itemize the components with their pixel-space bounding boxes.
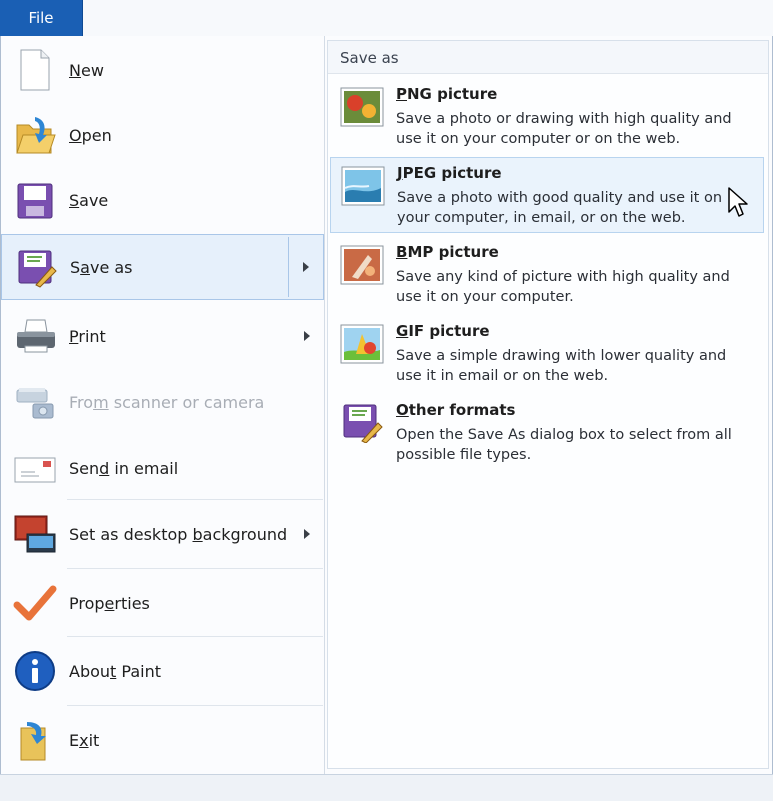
gif-picture-icon [340, 324, 384, 364]
submenu-arrow-icon[interactable] [303, 262, 309, 272]
save-as-option-gif[interactable]: GIF picture Save a simple drawing with l… [330, 316, 764, 392]
menu-separator [67, 636, 323, 637]
option-description: Open the Save As dialog box to select fr… [396, 427, 732, 463]
menu-item-send-in-email[interactable]: Send in email [1, 436, 324, 500]
option-title: BMP picture [396, 243, 499, 261]
submenu-arrow-icon[interactable] [304, 529, 310, 539]
submenu-header: Save as [328, 41, 768, 74]
menu-item-label: About Paint [69, 661, 161, 681]
menu-item-label: Save [69, 190, 109, 210]
menu-item-from-scanner-or-camera: From scanner or camera [1, 370, 324, 434]
menu-item-new[interactable]: New [1, 38, 324, 102]
menu-item-properties[interactable]: Properties [1, 571, 324, 635]
menu-item-label: Exit [69, 730, 100, 750]
printer-icon [17, 319, 55, 353]
png-picture-icon [340, 87, 384, 127]
file-menu-commands: New Open Save Save as Print From scanner… [1, 36, 325, 774]
checkmark-icon [13, 585, 57, 621]
option-description: Save a photo with good quality and use i… [397, 190, 723, 226]
email-envelope-icon [14, 457, 56, 483]
menu-item-label: Properties [69, 593, 150, 613]
desktop-background-icon [14, 515, 56, 553]
option-description: Save any kind of picture with high quali… [396, 269, 730, 305]
floppy-disk-icon [17, 183, 53, 219]
option-title: PNG picture [396, 85, 498, 103]
option-title: Other formats [396, 401, 516, 419]
option-title: JPEG picture [397, 164, 502, 182]
menu-item-save-as[interactable]: Save as [1, 234, 324, 300]
jpeg-picture-icon [341, 166, 385, 206]
menu-item-label: New [69, 60, 104, 80]
submenu-arrow-icon[interactable] [304, 331, 310, 341]
menu-item-save[interactable]: Save [1, 168, 324, 232]
menu-item-label: Save as [70, 257, 133, 277]
option-description: Save a photo or drawing with high qualit… [396, 111, 732, 147]
menu-item-about-paint[interactable]: About Paint [1, 639, 324, 703]
save-as-submenu: Save as PNG picture Save a photo or draw… [327, 40, 769, 769]
menu-item-label: Open [69, 125, 112, 145]
menu-item-label: Send in email [69, 458, 179, 478]
save-as-option-png[interactable]: PNG picture Save a photo or drawing with… [330, 79, 764, 155]
save-as-option-other-formats[interactable]: Other formats Open the Save As dialog bo… [330, 395, 764, 471]
status-bar [0, 774, 773, 801]
open-folder-icon [16, 117, 56, 154]
menu-item-exit[interactable]: Exit [1, 708, 324, 772]
ribbon-tab-bar: File [0, 0, 773, 37]
menu-item-label: From scanner or camera [69, 392, 265, 412]
mouse-pointer-icon [728, 187, 748, 217]
menu-item-open[interactable]: Open [1, 103, 324, 167]
save-as-option-bmp[interactable]: BMP picture Save any kind of picture wit… [330, 237, 764, 313]
save-as-icon [18, 250, 57, 288]
info-icon [15, 651, 55, 691]
menu-item-set-as-desktop-background[interactable]: Set as desktop background [1, 502, 324, 566]
save-as-option-jpeg[interactable]: JPEG picture Save a photo with good qual… [330, 157, 764, 233]
file-tab[interactable]: File [0, 0, 83, 36]
submenu-title: Save as [340, 49, 399, 67]
file-menu: New Open Save Save as Print From scanner… [0, 36, 773, 775]
submenu-split-divider [288, 237, 289, 297]
option-description: Save a simple drawing with lower quality… [396, 348, 727, 384]
new-document-icon [20, 49, 50, 91]
menu-item-print[interactable]: Print [1, 304, 324, 368]
option-title: GIF picture [396, 322, 490, 340]
menu-separator [67, 705, 323, 706]
menu-separator [67, 499, 323, 500]
menu-item-label: Print [69, 326, 106, 346]
bmp-picture-icon [340, 245, 384, 285]
scanner-camera-icon [16, 388, 54, 419]
other-formats-icon [343, 404, 383, 443]
exit-icon [20, 722, 46, 761]
menu-item-label: Set as desktop background [69, 524, 288, 544]
menu-separator [67, 568, 323, 569]
